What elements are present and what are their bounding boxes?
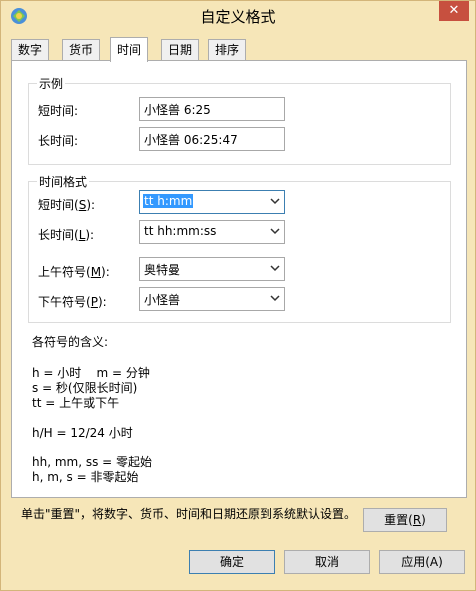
reset-note: 单击"重置"，将数字、货币、时间和日期还原到系统默认设置。: [21, 507, 357, 521]
tab-panel-time: 示例 短时间: 小怪兽 6:25 长时间: 小怪兽 06:25:47 时间格式 …: [11, 60, 467, 498]
tab-number[interactable]: 数字: [11, 39, 50, 61]
title-bar: 自定义格式 ✕: [1, 1, 475, 31]
long-time-combo[interactable]: tt hh:mm:ss: [139, 220, 285, 244]
time-format-group: 时间格式 短时间(S): tt h:mm 长时间(L): tt hh:mm:ss…: [28, 173, 451, 323]
short-sample-field: 小怪兽 6:25: [139, 97, 285, 121]
long-sample-label: 长时间:: [38, 134, 79, 148]
close-button[interactable]: ✕: [439, 1, 469, 21]
am-symbol-label: 上午符号(M):: [38, 265, 110, 279]
cancel-button[interactable]: 取消: [284, 550, 370, 574]
short-time-value: tt h:mm: [143, 194, 194, 208]
tab-sort[interactable]: 排序: [208, 39, 247, 61]
long-time-value: tt hh:mm:ss: [144, 224, 217, 238]
am-symbol-value: 奥特曼: [144, 263, 181, 277]
tab-currency[interactable]: 货币: [62, 39, 101, 61]
tab-date[interactable]: 日期: [161, 39, 200, 61]
chevron-down-icon: [270, 198, 280, 205]
samples-group-title: 示例: [37, 75, 66, 92]
chevron-down-icon: [270, 228, 280, 235]
short-time-label: 短时间(S):: [38, 198, 96, 212]
time-format-group-title: 时间格式: [37, 173, 90, 190]
tab-time[interactable]: 时间: [110, 37, 149, 62]
long-sample-field: 小怪兽 06:25:47: [139, 127, 285, 151]
dialog-window: 自定义格式 ✕ 数字 货币 时间 日期 排序 示例 短时间: 小怪兽 6:25 …: [0, 0, 476, 591]
legend-line: tt = 上午或下午: [32, 396, 120, 410]
am-symbol-combo[interactable]: 奥特曼: [139, 257, 285, 281]
pm-symbol-value: 小怪兽: [144, 293, 181, 307]
legend-line: h, m, s = 非零起始: [32, 470, 139, 484]
long-time-label: 长时间(L):: [38, 228, 95, 242]
legend-line: h/H = 12/24 小时: [32, 426, 133, 440]
reset-button[interactable]: 重置(R): [363, 508, 447, 532]
legend-heading: 各符号的含义:: [32, 335, 109, 349]
short-time-combo[interactable]: tt h:mm: [139, 190, 285, 214]
apply-button[interactable]: 应用(A): [379, 550, 465, 574]
window-title: 自定义格式: [200, 8, 276, 26]
short-sample-label: 短时间:: [38, 104, 79, 118]
samples-group: 示例 短时间: 小怪兽 6:25 长时间: 小怪兽 06:25:47: [28, 75, 451, 165]
ok-button[interactable]: 确定: [189, 550, 275, 574]
pm-symbol-label: 下午符号(P):: [38, 295, 107, 309]
pm-symbol-combo[interactable]: 小怪兽: [139, 287, 285, 311]
chevron-down-icon: [270, 265, 280, 272]
chevron-down-icon: [270, 295, 280, 302]
